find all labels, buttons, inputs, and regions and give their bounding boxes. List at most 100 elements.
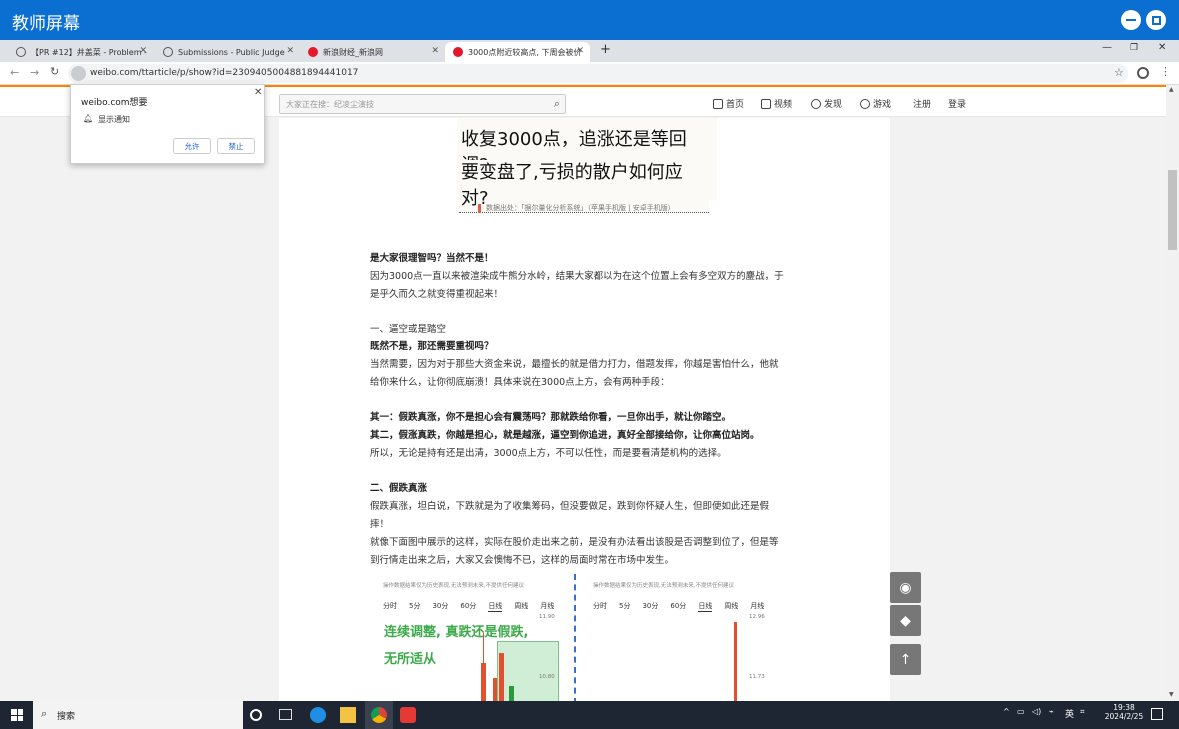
chart-period-tabs: 分时 5分 30分 60分 日线 周线 月线 xyxy=(383,601,554,612)
close-icon[interactable]: ✕ xyxy=(576,46,584,56)
gamepad-icon xyxy=(860,98,870,109)
minimize-button[interactable] xyxy=(1121,10,1141,30)
clock[interactable]: 19:38 2024/2/25 xyxy=(1104,703,1144,721)
nav-label: 游戏 xyxy=(873,100,892,110)
paragraph: 给你来什么，让你彻底崩溃！具体来说在3000点上方，会有两种手段： xyxy=(370,377,670,388)
menu-dots-icon[interactable]: ⋮ xyxy=(1160,65,1171,78)
paragraph: 既然不是，那还需要重视吗？ xyxy=(370,341,494,352)
forward-icon[interactable]: → xyxy=(30,66,39,79)
home-icon xyxy=(713,98,723,109)
nav-discover[interactable]: 发现 xyxy=(811,97,842,110)
share-weibo-button[interactable]: ◉ xyxy=(890,572,921,603)
file-explorer-icon[interactable] xyxy=(340,707,356,723)
weibo-icon xyxy=(453,47,463,57)
bell-icon: 🔔︎ xyxy=(83,114,94,123)
tab-submissions[interactable]: Submissions - Public Judge ✕ xyxy=(155,42,300,62)
weibo-icon: ◉ xyxy=(899,579,912,596)
nav-login[interactable]: 登录 xyxy=(948,97,966,110)
left-chart-panel: 操作数据结果仅为历史表现,无法预测未来,不提供任何建议 分时 5分 30分 60… xyxy=(379,578,569,701)
window-close-icon[interactable]: ✕ xyxy=(1158,42,1166,53)
paragraph: 其二，假涨真跌，你越是担心，就是越涨，逼空到你追进，真好全部接给你，让你高位站岗… xyxy=(370,430,760,441)
data-source: 数据出处：「据尔量化分析系统」（苹果手机版 | 安卓手机版） xyxy=(486,204,675,212)
chart-tab: 30分 xyxy=(642,602,659,610)
tab-label: 3000点附近较高点, 下周会被价 xyxy=(468,47,582,57)
chart-tab: 30分 xyxy=(432,602,449,610)
stock-chart-image: 操作数据结果仅为历史表现,无法预测未来,不提供任何建议 分时 5分 30分 60… xyxy=(375,574,775,701)
notifications-icon[interactable] xyxy=(1151,708,1163,720)
notification-button[interactable]: ◆ xyxy=(890,605,921,636)
nav-register[interactable]: 注册 xyxy=(913,97,931,110)
close-icon[interactable]: ✕ xyxy=(286,46,294,56)
paragraph: 假跌真涨，坦白说，下跌就是为了收集筹码，但没要做足，跌到你怀疑人生，但即便如此还… xyxy=(370,501,770,512)
nav-game[interactable]: 游戏 xyxy=(860,97,891,110)
chart-tab: 60分 xyxy=(670,602,687,610)
close-icon[interactable]: ✕ xyxy=(139,46,147,56)
block-button[interactable]: 禁止 xyxy=(217,138,255,154)
tray-chevron-icon[interactable]: ^ xyxy=(1003,707,1010,716)
scroll-up-icon[interactable]: ▲ xyxy=(1169,86,1174,93)
nav-video[interactable]: 视频 xyxy=(761,97,792,110)
screen-title: 教师屏幕 xyxy=(12,14,80,34)
reload-icon[interactable]: ↻ xyxy=(50,65,59,78)
candle xyxy=(493,678,497,701)
search-icon[interactable]: ⌕ xyxy=(554,97,560,111)
paragraph: 摔！ xyxy=(370,519,390,530)
paragraph: 因为3000点一直以来被渲染成牛熊分水岭，结果大家都以为在这个位置上会有多空双方… xyxy=(370,271,784,282)
right-chart-panel: 操作数据结果仅为历史表现,无法预测未来,不提供任何建议 分时 5分 30分 60… xyxy=(589,578,773,701)
candle xyxy=(481,663,486,701)
task-view-icon[interactable] xyxy=(250,709,262,721)
source-marker xyxy=(478,204,481,213)
windows-start-icon[interactable] xyxy=(11,709,23,721)
page-scrollbar[interactable]: ▲ ▼ xyxy=(1166,85,1179,701)
tab-problem[interactable]: 【PR #12】井盖菜 - Problem - ✕ xyxy=(8,42,153,62)
lock-icon[interactable] xyxy=(71,66,86,81)
scrollbar-thumb[interactable] xyxy=(1168,170,1177,250)
candle xyxy=(734,622,737,701)
chart-overlay-text: 连续调整, 真跌还是假跌, xyxy=(384,625,529,640)
scroll-down-icon[interactable]: ▼ xyxy=(1169,691,1174,698)
new-tab-button[interactable]: + xyxy=(600,42,611,57)
ime-icon[interactable]: ⌗ xyxy=(1080,707,1085,717)
input-language[interactable]: 英 xyxy=(1065,707,1074,720)
chart-tab: 分时 xyxy=(593,602,607,610)
chart-tab: 日线 xyxy=(488,602,503,612)
bookmark-star-icon[interactable]: ☆ xyxy=(1114,66,1124,79)
candle xyxy=(509,686,514,701)
network-icon[interactable]: ⌁ xyxy=(1049,707,1054,716)
screen-share-app-icon[interactable] xyxy=(400,707,416,723)
window-minimize-icon[interactable]: — xyxy=(1102,42,1112,53)
chart-tab: 月线 xyxy=(750,602,765,610)
tray-display-icon[interactable]: ▭ xyxy=(1017,707,1025,716)
back-to-top-button[interactable]: ↑ xyxy=(890,644,921,675)
nav-label: 登录 xyxy=(948,100,967,110)
clock-date: 2024/2/25 xyxy=(1104,712,1144,721)
window-restore-icon[interactable]: ❐ xyxy=(1130,43,1138,53)
search-input[interactable]: 大家正在搜：纪凌尘演技 ⌕ xyxy=(279,94,566,114)
widgets-icon[interactable] xyxy=(279,709,292,720)
maximize-button[interactable] xyxy=(1146,10,1166,30)
chart-overlay-text: 无所适从 xyxy=(384,652,437,667)
edge-icon[interactable] xyxy=(310,707,326,723)
url-omnibox[interactable]: weibo.com/ttarticle/p/show?id=2309405004… xyxy=(68,64,1128,83)
taskbar-search-box[interactable]: ⌕ 搜索 xyxy=(33,701,243,729)
back-icon[interactable]: ← xyxy=(10,66,19,79)
paragraph: 所以，无论是持有还是出清，3000点上方，不可以任性，而是要看清楚机构的选择。 xyxy=(370,448,727,459)
popup-close-icon[interactable]: ✕ xyxy=(254,87,262,98)
chart-notice: 操作数据结果仅为历史表现,无法预测未来,不提供任何建议 xyxy=(593,583,734,589)
url-text[interactable]: weibo.com/ttarticle/p/show?id=2309405004… xyxy=(90,68,358,78)
chart-tab: 日线 xyxy=(698,602,713,612)
tab-sina-finance[interactable]: 新浪财经_新浪网 ✕ xyxy=(300,42,445,62)
profile-icon[interactable] xyxy=(1137,67,1149,79)
chrome-taskbar-button[interactable] xyxy=(365,701,393,729)
chart-tab: 5分 xyxy=(409,602,421,610)
clock-time: 19:38 xyxy=(1113,703,1135,712)
browser-tab-strip: 【PR #12】井盖菜 - Problem - ✕ Submissions - … xyxy=(0,40,1179,62)
tab-article[interactable]: 3000点附近较高点, 下周会被价 ✕ xyxy=(445,42,590,62)
chart-tab: 月线 xyxy=(540,602,555,610)
paragraph: 到行情走出来之后，大家又会懊悔不已，这样的局面时常在市场中发生。 xyxy=(370,555,675,566)
allow-button[interactable]: 允许 xyxy=(173,138,211,154)
volume-icon[interactable]: ◁) xyxy=(1032,707,1041,716)
nav-home[interactable]: 首页 xyxy=(713,97,744,110)
paragraph: 是乎久而久之就变得重视起来！ xyxy=(370,289,504,300)
close-icon[interactable]: ✕ xyxy=(431,46,439,56)
